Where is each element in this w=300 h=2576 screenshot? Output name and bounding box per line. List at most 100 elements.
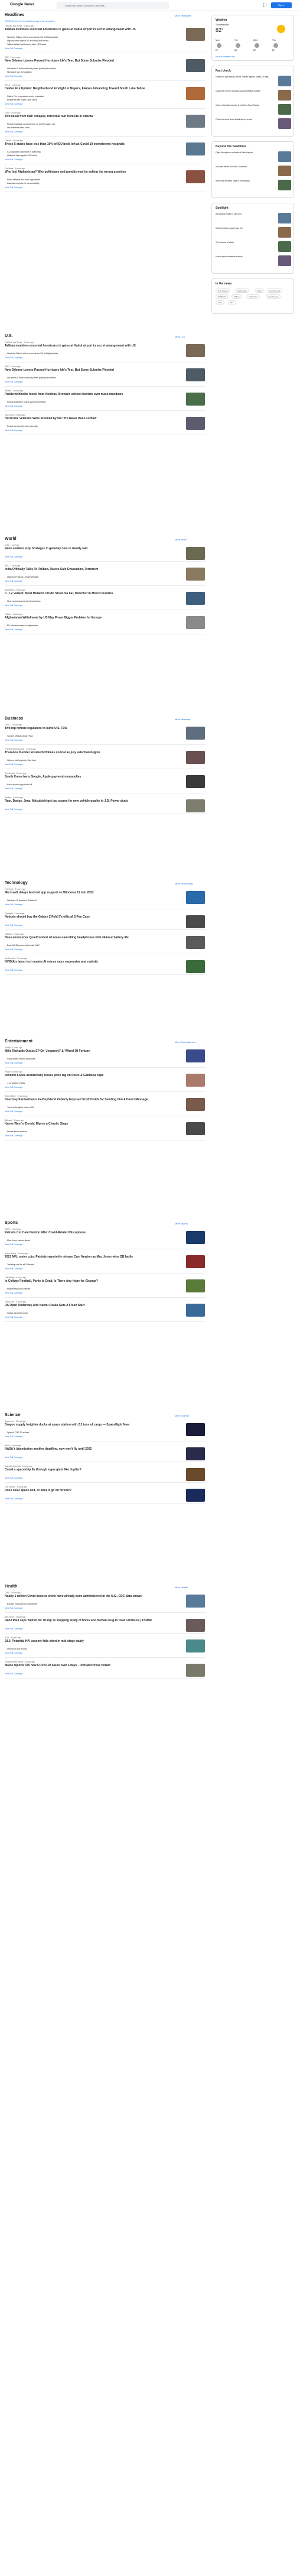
related-story[interactable]: Ida leaves 1 million without power, poss… bbox=[7, 377, 168, 380]
view-full-coverage-link[interactable]: View Full Coverage bbox=[5, 969, 22, 971]
story-headline[interactable]: Does solar space end, or does it go on f… bbox=[5, 1489, 170, 1492]
section-title-world[interactable]: World bbox=[5, 537, 17, 541]
story-source[interactable]: Yahoo Sports · 3 hours ago bbox=[5, 1252, 28, 1255]
story-source[interactable]: ESPN · 1 hour ago bbox=[5, 1228, 21, 1230]
story-thumbnail[interactable] bbox=[186, 592, 205, 605]
story-headline[interactable]: Taliban members escorted Americans in ga… bbox=[5, 28, 170, 31]
sign-in-button[interactable]: Sign in bbox=[271, 2, 292, 8]
related-story[interactable]: New variant detected in South Africa bbox=[7, 600, 168, 603]
view-full-coverage-link[interactable]: View Full Coverage bbox=[5, 948, 22, 951]
story-headline[interactable]: Panda withholds foods from Kiechue, Brow… bbox=[5, 393, 170, 396]
related-story[interactable]: Playoff expansion debate bbox=[7, 1288, 168, 1291]
story-thumbnail[interactable] bbox=[186, 393, 205, 406]
spotlight-panel-thumbnail[interactable] bbox=[278, 241, 291, 252]
story-headline[interactable]: NVIDIA's latest tech makes AI voices mor… bbox=[5, 960, 170, 964]
related-story[interactable]: Donda album reviews bbox=[7, 1130, 168, 1133]
story-card[interactable]: BBC · 3 hours ago India Officially Talks … bbox=[5, 565, 206, 587]
section-more-link[interactable]: More U.S. bbox=[175, 335, 185, 338]
story-headline[interactable]: Theranos founder Elizabeth Holmes on tri… bbox=[5, 751, 170, 754]
google-news-logo[interactable]: Google News bbox=[10, 2, 34, 7]
story-card[interactable]: Scientific American · 4 hours ago Could a… bbox=[5, 1465, 206, 1483]
view-full-coverage-link[interactable]: View Full Coverage bbox=[5, 429, 22, 432]
related-story[interactable]: Taliban takes Kabul airport after US lea… bbox=[7, 43, 168, 46]
view-full-coverage-link[interactable]: View Full Coverage bbox=[5, 1436, 22, 1438]
related-story[interactable]: Korea passes app store bill bbox=[7, 783, 168, 786]
story-headline[interactable]: Bose announces QuietComfort 45 noise-can… bbox=[5, 936, 170, 939]
story-headline[interactable]: Two top remote regulators to leave U.S. … bbox=[5, 727, 170, 730]
section-more-link[interactable]: More Science bbox=[175, 1414, 189, 1417]
story-thumbnail[interactable] bbox=[186, 115, 205, 128]
story-source[interactable]: Fox News · 4 hours ago bbox=[5, 167, 25, 170]
view-full-coverage-link[interactable]: View Full Coverage bbox=[5, 1316, 22, 1318]
story-card[interactable]: The Verge · 4 hours ago Microsoft delays … bbox=[5, 888, 206, 910]
related-story[interactable]: Alabama has negative ICU beds bbox=[7, 154, 168, 157]
fact-check-panel-thumbnail[interactable] bbox=[278, 76, 291, 86]
view-full-coverage-link[interactable]: View Full Coverage bbox=[5, 357, 22, 359]
story-headline[interactable]: Afghanistan Withdrawal by US May Prove B… bbox=[5, 616, 170, 620]
story-source[interactable]: People · 4 hours ago bbox=[5, 1071, 22, 1073]
topic-chip[interactable]: Cam Newton bbox=[266, 294, 281, 299]
story-source[interactable]: CNN · 5 hours ago bbox=[5, 112, 21, 114]
related-story[interactable]: EU ministers meet on Afghanistan bbox=[7, 624, 168, 627]
story-card[interactable]: Variety · 2 hours ago Mike Richards Out a… bbox=[5, 1046, 206, 1068]
story-source[interactable]: The Athletic · 5 hours ago bbox=[5, 1276, 26, 1279]
story-card[interactable]: The Wall Street Journal · 3 hours ago The… bbox=[5, 748, 206, 770]
story-headline[interactable]: Ram, Dodge, Jeep, Mitsubishi get top sco… bbox=[5, 799, 170, 803]
beyond-headlines-panel-thumbnail[interactable] bbox=[278, 166, 291, 176]
related-story[interactable]: Mac Jones named starter bbox=[7, 1239, 168, 1242]
related-story[interactable]: Afghans who helped US are being left beh… bbox=[7, 40, 168, 43]
section-title-technology[interactable]: Technology bbox=[5, 881, 28, 885]
view-full-coverage-link[interactable]: View Full Coverage bbox=[5, 1628, 22, 1630]
topic-chip[interactable]: Taliban bbox=[231, 294, 242, 299]
story-source[interactable]: Bloomberg · 2 hours ago bbox=[5, 589, 25, 591]
covid-banner[interactable]: COVID-19 news: See the latest coverage o… bbox=[5, 20, 55, 22]
story-headline[interactable]: Two killed from mall collapse, torrentia… bbox=[5, 115, 170, 118]
view-full-coverage-link[interactable]: View Full Coverage bbox=[5, 903, 22, 906]
story-headline[interactable]: Kanye West's 'Donda' Dip on a Chaotic St… bbox=[5, 1122, 170, 1126]
story-thumbnail[interactable] bbox=[186, 1423, 205, 1436]
story-card[interactable]: Rolling Stone · 5 hours ago Kourtney Kard… bbox=[5, 1095, 206, 1117]
story-thumbnail[interactable] bbox=[186, 751, 205, 764]
story-headline[interactable]: Rank soldiers stop hostages in getaway c… bbox=[5, 547, 170, 550]
story-card[interactable]: Reuters · 4 hours ago Ram, Dodge, Jeep, M… bbox=[5, 796, 206, 815]
story-thumbnail[interactable] bbox=[186, 1122, 205, 1135]
section-title-headlines[interactable]: Headlines bbox=[5, 13, 24, 17]
related-story[interactable]: Vaccine officials depart FDA bbox=[7, 735, 168, 738]
view-full-coverage-link[interactable]: View Full Coverage bbox=[5, 103, 22, 105]
view-full-coverage-link[interactable]: View Full Coverage bbox=[5, 1135, 22, 1137]
view-full-coverage-link[interactable]: View Full Coverage bbox=[5, 1062, 22, 1064]
view-full-coverage-link[interactable]: View Full Coverage bbox=[5, 1673, 22, 1675]
story-card[interactable]: STAT · 4 hours ago J&J: Potential HIV vac… bbox=[5, 1637, 206, 1658]
story-thumbnail[interactable] bbox=[186, 417, 205, 430]
weather-more-link[interactable]: More on weather.com bbox=[216, 56, 275, 58]
story-thumbnail[interactable] bbox=[186, 1074, 205, 1087]
story-card[interactable]: Engadget · 2 hours ago Nobody should buy … bbox=[5, 912, 206, 931]
topic-chip[interactable]: Hurricane Ida bbox=[267, 289, 283, 293]
related-story[interactable]: Florida education board sanctions distri… bbox=[7, 401, 168, 404]
story-card[interactable]: CNBC · 2 hours ago Two top remote regulat… bbox=[5, 724, 206, 746]
story-source[interactable]: CNBC · 2 hours ago bbox=[5, 724, 22, 726]
related-story[interactable]: Florida hospitals overwhelmed, as COVID … bbox=[7, 123, 168, 126]
story-headline[interactable]: Nobody should buy the Galaxy Z Fold 3's … bbox=[5, 915, 170, 919]
fact-check-panel-item[interactable]: Facebook post falsely claims Taliban fig… bbox=[216, 76, 275, 78]
story-headline[interactable]: These 5 states have less than 10% of ICU… bbox=[5, 142, 170, 146]
story-headline[interactable]: Caldor Fire Update: Neighborhood Firefig… bbox=[5, 87, 170, 90]
story-headline[interactable]: Could a spaceship fly through a gas gian… bbox=[5, 1468, 170, 1472]
story-source[interactable]: CNN · 1 hour ago bbox=[5, 544, 19, 546]
story-source[interactable]: 9to5Mac · 6 hours ago bbox=[5, 933, 24, 935]
apps-grid-icon[interactable] bbox=[263, 4, 266, 7]
view-full-coverage-link[interactable]: View Full Coverage bbox=[5, 1086, 22, 1088]
related-story[interactable]: What the Taliban did as soon as the US l… bbox=[7, 36, 168, 39]
story-headline[interactable]: J&J: Potential HIV vaccine fails short i… bbox=[5, 1639, 170, 1643]
story-headline[interactable]: New Orleans Levees Passed Hurricane Ida'… bbox=[5, 368, 170, 372]
story-headline[interactable]: US Open Underway And Naomi Osaka Gets A … bbox=[5, 1304, 170, 1307]
spotlight-panel-thumbnail[interactable] bbox=[278, 255, 291, 266]
view-full-coverage-link[interactable]: View Full Coverage bbox=[5, 604, 22, 607]
view-full-coverage-link[interactable]: View Full Coverage bbox=[5, 763, 22, 766]
related-story[interactable]: Osaka wins first round bbox=[7, 1312, 168, 1315]
story-thumbnail[interactable] bbox=[186, 1595, 205, 1608]
story-card[interactable]: Portland Press Herald · 5 hours ago Maine… bbox=[5, 1661, 206, 1679]
story-source[interactable]: BBC · 3 hours ago bbox=[5, 565, 20, 567]
story-source[interactable]: The Verge · 4 hours ago bbox=[5, 888, 25, 890]
story-card[interactable]: Reuters · 6 hours ago Panda withholds foo… bbox=[5, 390, 206, 411]
